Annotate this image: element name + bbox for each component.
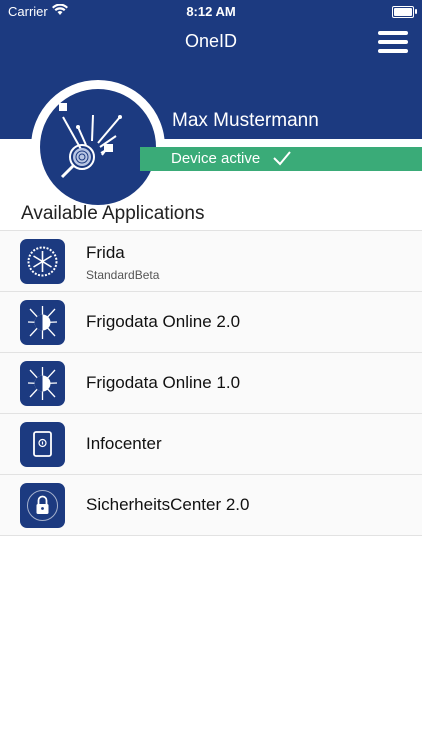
- snowflake-gear-icon: [20, 239, 65, 284]
- applications-heading: Available Applications: [21, 203, 205, 224]
- app-name: SicherheitsCenter 2.0: [86, 495, 250, 514]
- device-status-label: Device active: [171, 150, 261, 167]
- applications-list: Frida StandardBeta Frigodata Online 2.0: [0, 230, 422, 536]
- app-row-frigodata-1[interactable]: Frigodata Online 1.0: [0, 352, 422, 413]
- battery-tip: [415, 9, 417, 14]
- app-name: Infocenter: [86, 434, 162, 453]
- hamburger-menu-icon[interactable]: [378, 30, 408, 54]
- app-name: Frida: [86, 243, 125, 262]
- user-name: Max Mustermann: [172, 110, 319, 131]
- app-name: Frigodata Online 1.0: [86, 373, 241, 392]
- status-bar: Carrier 8:12 AM: [0, 0, 422, 24]
- app-title: OneID: [184, 31, 238, 51]
- clock: 8:12 AM: [186, 4, 236, 19]
- app-name: Frigodata Online 2.0: [86, 312, 241, 331]
- app-row-frida[interactable]: Frida StandardBeta: [0, 230, 422, 291]
- checkmark-icon: [273, 151, 291, 166]
- app-subtitle: StandardBeta: [86, 268, 160, 282]
- padlock-icon: [20, 483, 65, 528]
- fingerprint-network-icon: [40, 89, 156, 205]
- tablet-info-icon: [20, 422, 65, 467]
- frigodata-network-icon: [20, 361, 65, 406]
- app-row-infocenter[interactable]: Infocenter: [0, 413, 422, 474]
- frigodata-network-icon: [20, 300, 65, 345]
- app-row-frigodata-2[interactable]: Frigodata Online 2.0: [0, 291, 422, 352]
- app-row-sicherheitscenter[interactable]: SicherheitsCenter 2.0: [0, 474, 422, 536]
- battery-icon: [392, 6, 414, 18]
- device-status-banner: Device active: [140, 147, 422, 171]
